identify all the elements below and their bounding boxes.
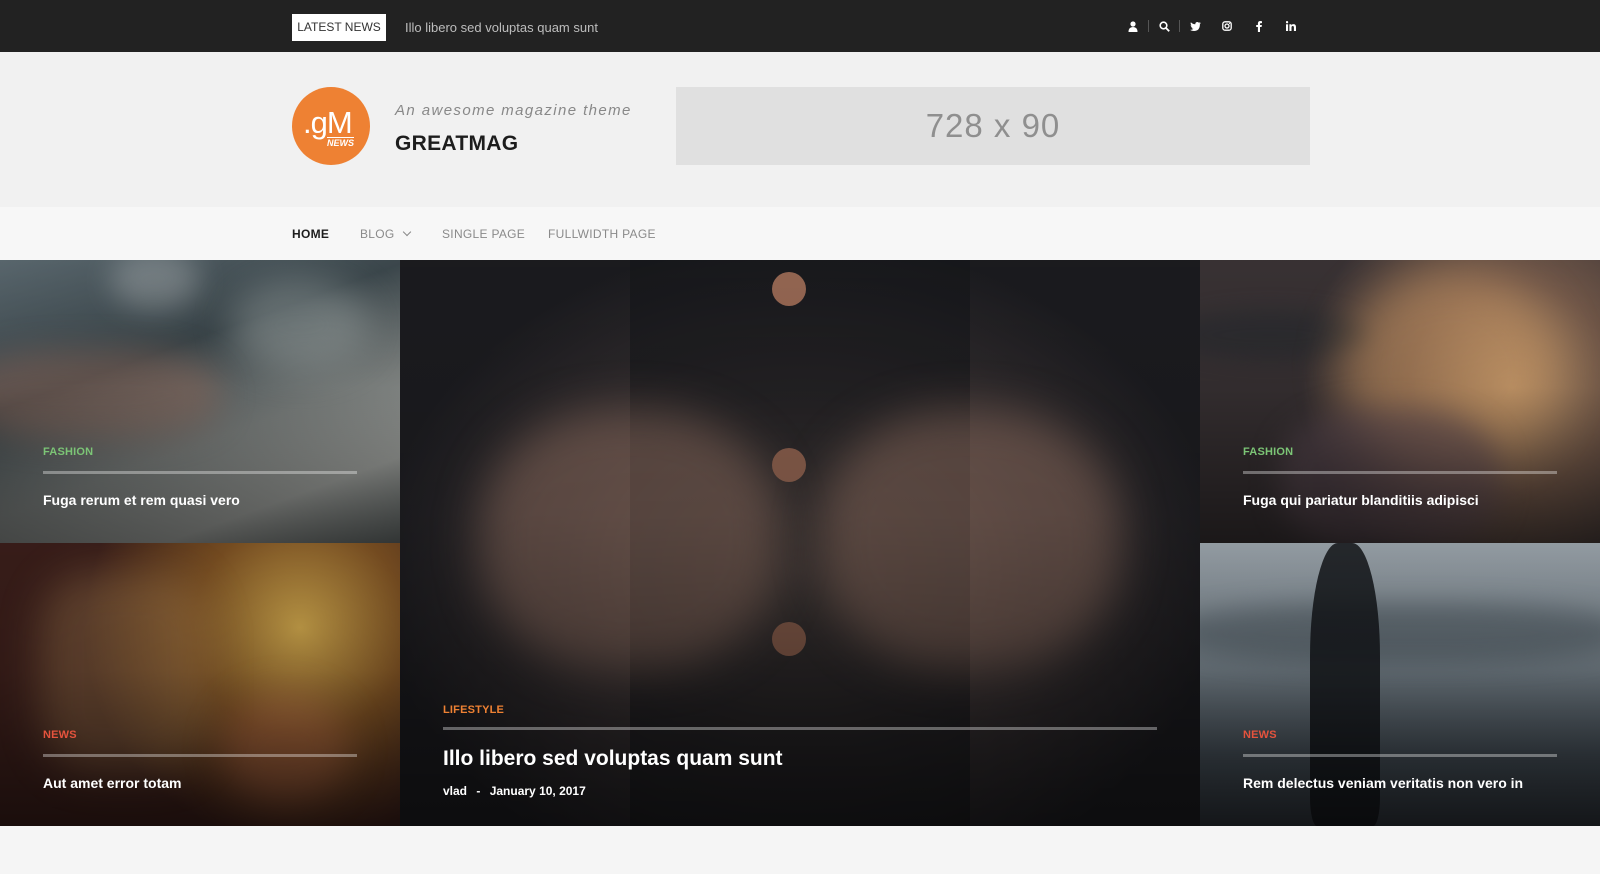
post-card[interactable]: NEWS Rem delectus veniam veritatis non v… [1200,543,1600,826]
post-card-featured[interactable]: LIFESTYLE Illo libero sed voluptas quam … [400,260,1200,826]
post-category[interactable]: FASHION [1243,446,1293,458]
nav-item-blog[interactable]: BLOG [360,227,411,241]
nav-item-single-page[interactable]: SINGLE PAGE [442,227,525,241]
ad-banner[interactable]: 728 x 90 [676,87,1310,165]
nav-item-fullwidth-page[interactable]: FULLWIDTH PAGE [548,227,656,241]
site-logo[interactable]: .gM NEWS [292,87,370,165]
divider [43,471,357,474]
top-icons [1124,17,1300,35]
post-title[interactable]: Rem delectus veniam veritatis non vero i… [1243,775,1523,791]
site-title[interactable]: GREATMAG [395,132,518,156]
site-header: .gM NEWS An awesome magazine theme GREAT… [0,52,1600,207]
post-title[interactable]: Fuga qui pariatur blanditiis adipisci [1243,492,1479,508]
divider [1179,20,1180,32]
divider [43,754,357,757]
news-ticker-link[interactable]: Illo libero sed voluptas quam sunt [405,20,598,35]
divider [1148,20,1149,32]
post-title[interactable]: Aut amet error totam [43,775,181,791]
chevron-down-icon [402,227,411,237]
divider [1243,754,1557,757]
post-title[interactable]: Fuga rerum et rem quasi vero [43,492,240,508]
post-title[interactable]: Illo libero sed voluptas quam sunt [443,747,783,771]
post-category[interactable]: FASHION [43,446,93,458]
post-card[interactable]: FASHION Fuga rerum et rem quasi vero [0,260,400,543]
nav-item-home[interactable]: HOME [292,227,329,241]
post-date[interactable]: January 10, 2017 [490,784,586,798]
post-author[interactable]: vlad [443,784,467,798]
logo-subtext: NEWS [327,137,354,148]
latest-news-badge: LATEST NEWS [292,14,386,41]
linkedin-icon[interactable] [1282,17,1300,35]
post-card[interactable]: FASHION Fuga qui pariatur blanditiis adi… [1200,260,1600,543]
divider [1243,471,1557,474]
site-tagline: An awesome magazine theme [395,102,632,119]
post-meta: vlad - January 10, 2017 [443,784,586,798]
top-bar: LATEST NEWS Illo libero sed voluptas qua… [0,0,1600,52]
search-icon[interactable] [1155,17,1173,35]
post-category[interactable]: LIFESTYLE [443,704,504,716]
nav-item-label: BLOG [360,227,395,241]
post-category[interactable]: NEWS [1243,729,1277,741]
post-category[interactable]: NEWS [43,729,77,741]
twitter-icon[interactable] [1186,17,1204,35]
page-background [0,826,1600,874]
image-overlay [400,260,1200,826]
instagram-icon[interactable] [1218,17,1236,35]
post-card[interactable]: NEWS Aut amet error totam [0,543,400,826]
featured-grid: FASHION Fuga rerum et rem quasi vero NEW… [0,260,1600,826]
meta-separator: - [476,784,481,798]
user-icon[interactable] [1124,17,1142,35]
main-nav: HOME BLOG SINGLE PAGE FULLWIDTH PAGE [0,207,1600,260]
divider [443,727,1157,730]
facebook-icon[interactable] [1250,17,1268,35]
logo-text: .gM [303,105,353,140]
